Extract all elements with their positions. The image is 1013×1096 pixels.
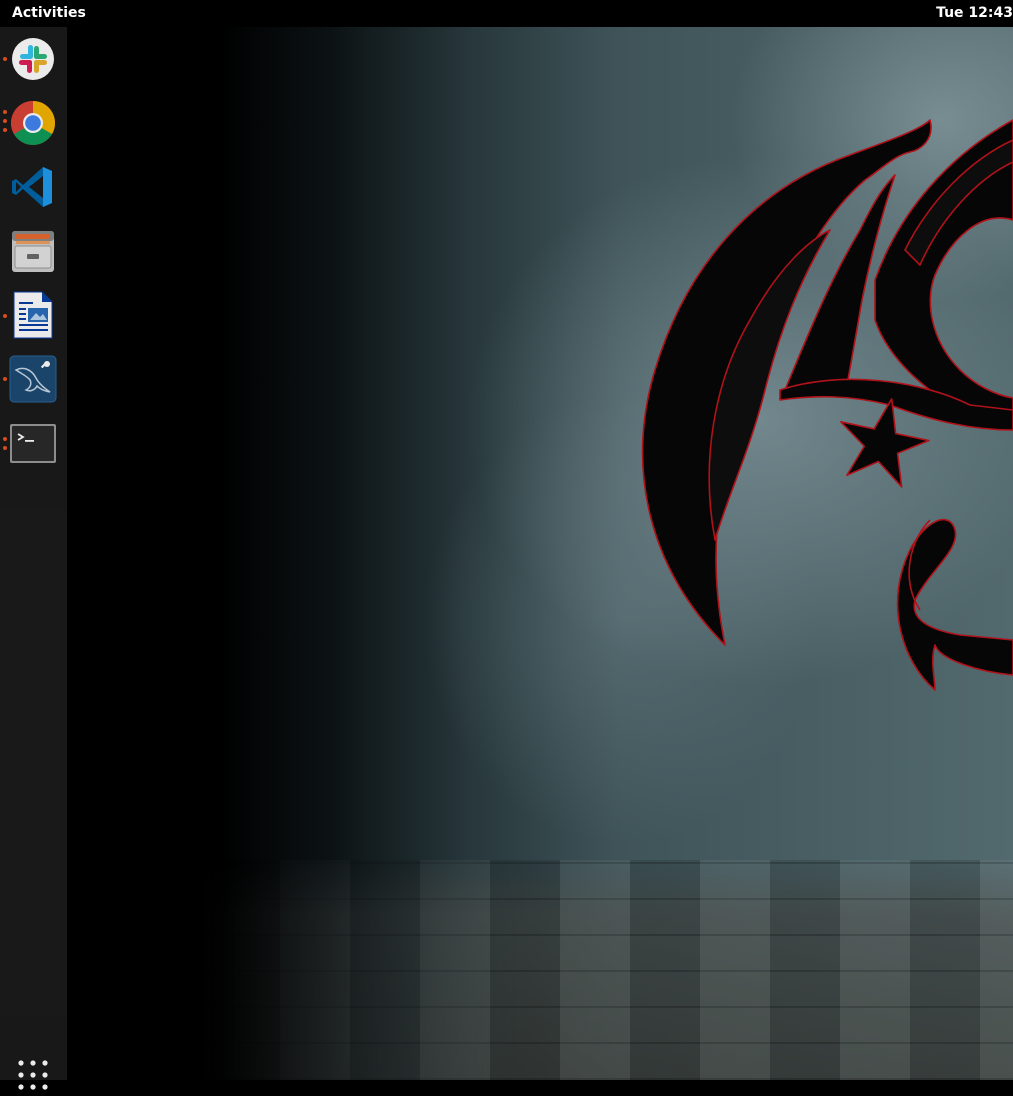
dock-item-mysql-workbench[interactable] [8,354,58,404]
top-bar: Activities Tue 12:43 [0,0,1013,27]
mysql-dolphin-icon [9,355,57,403]
file-cabinet-icon [12,231,54,272]
vscode-icon [12,167,52,207]
activities-button[interactable]: Activities [12,5,86,21]
dock-item-vscode[interactable] [8,162,58,212]
dock-item-terminal[interactable] [8,418,58,468]
dock-item-chrome[interactable] [8,98,58,148]
running-indicator [3,446,7,450]
dock-item-slack[interactable] [8,34,58,84]
running-indicator [3,437,7,441]
running-indicator [3,119,7,123]
show-applications-button[interactable] [17,1058,49,1092]
running-indicator [3,110,7,114]
running-indicator [3,314,7,318]
chrome-icon [11,101,55,145]
dock-item-writer[interactable] [8,290,58,340]
clock-menu[interactable]: Tue 12:43 [936,5,1013,21]
writer-document-icon [13,291,53,339]
running-indicator [3,377,7,381]
wallpaper-floor [0,860,1013,1080]
dock-item-files[interactable] [8,226,58,276]
grid-icon [18,1060,48,1090]
running-indicator [3,128,7,132]
desktop [0,0,1013,1080]
dragon-emblem-icon [641,119,1013,691]
dock [0,27,67,1090]
slack-icon [12,38,54,80]
terminal-icon [10,424,56,463]
running-indicator [3,57,7,61]
